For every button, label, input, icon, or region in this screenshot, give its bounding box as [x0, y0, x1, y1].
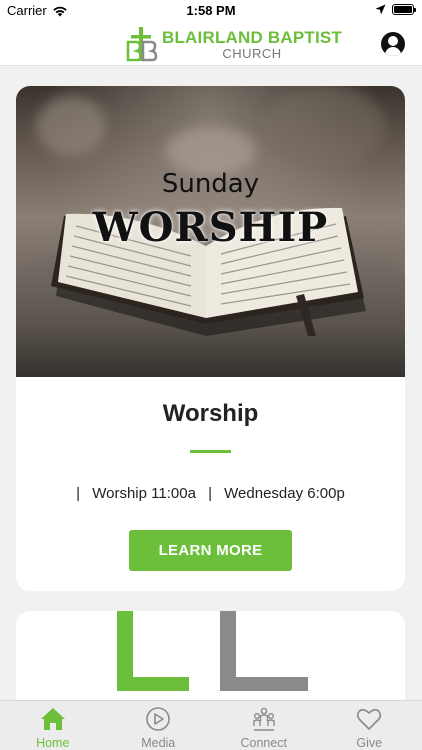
church-logo-mark-icon — [126, 27, 158, 62]
people-icon — [253, 707, 275, 731]
app-header: BLAIRLAND BAPTIST CHURCH — [0, 22, 422, 66]
status-indicators — [375, 4, 416, 15]
schedule-separator: | — [76, 485, 81, 502]
tab-label-connect: Connect — [240, 736, 288, 750]
logo-subtitle: CHURCH — [222, 45, 282, 61]
tab-label-home: Home — [36, 736, 70, 750]
service-schedule: | Worship 11:00a | Wednesday 6:00p — [16, 485, 405, 502]
home-icon — [40, 708, 65, 730]
banner-title: WORSHIP — [92, 204, 329, 251]
logo-gray-foot — [220, 677, 308, 691]
location-arrow-icon — [375, 4, 386, 15]
worship-card[interactable]: Sunday WORSHIP Worship | Worship 11:00a … — [16, 86, 405, 591]
card-title: Worship — [162, 400, 259, 427]
title-divider — [190, 450, 231, 453]
worship-banner-image: Sunday WORSHIP — [16, 86, 405, 377]
schedule-item-worship: Worship 11:00a — [92, 485, 196, 502]
tab-label-give: Give — [356, 736, 383, 750]
status-time: 1:58 PM — [186, 3, 236, 18]
battery-icon — [392, 4, 416, 15]
schedule-separator: | — [208, 485, 212, 502]
tab-label-media: Media — [141, 736, 176, 750]
learn-more-button[interactable]: LEARN MORE — [129, 530, 292, 571]
logo-title: BLAIRLAND BAPTIST — [162, 27, 342, 47]
status-bar: Carrier 1:58 PM — [0, 0, 422, 22]
banner-subtitle: Sunday — [161, 169, 260, 199]
logo-green-foot — [117, 677, 189, 691]
heart-icon — [357, 708, 382, 730]
tab-connect[interactable]: Connect — [211, 701, 317, 750]
tab-media[interactable]: Media — [106, 701, 212, 750]
play-circle-icon — [146, 707, 171, 731]
tab-give[interactable]: Give — [317, 701, 422, 750]
bottom-tab-bar: Home Media Connect Give — [0, 700, 422, 750]
account-icon[interactable] — [381, 32, 405, 56]
tab-home[interactable]: Home — [0, 701, 106, 750]
church-logo[interactable]: BLAIRLAND BAPTIST CHURCH — [126, 24, 342, 64]
schedule-item-wednesday: Wednesday 6:00p — [224, 485, 345, 502]
